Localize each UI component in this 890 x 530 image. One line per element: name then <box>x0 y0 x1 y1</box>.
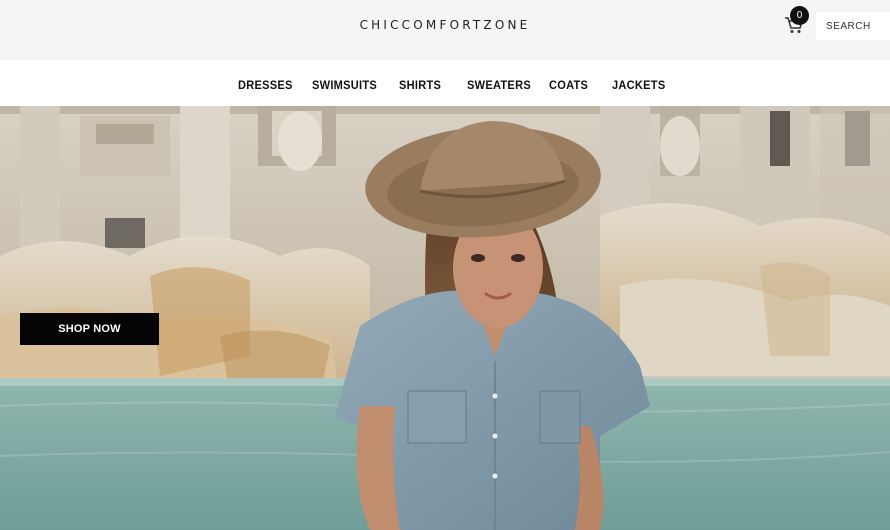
hero-banner: SHOP NOW <box>0 106 890 530</box>
shop-now-button[interactable]: SHOP NOW <box>20 313 159 345</box>
nav-item-shirts[interactable]: SHIRTS <box>399 78 441 92</box>
nav-item-dresses[interactable]: DRESSES <box>238 78 293 92</box>
search-input[interactable] <box>816 12 890 40</box>
nav-item-jackets[interactable]: JACKETS <box>612 78 665 92</box>
nav-item-coats[interactable]: COATS <box>549 78 588 92</box>
cart-count-badge: 0 <box>790 6 809 25</box>
top-bar: CHICCOMFORTZONE 0 <box>0 0 890 60</box>
brand-logo[interactable]: CHICCOMFORTZONE <box>0 18 890 32</box>
nav-item-swimsuits[interactable]: SWIMSUITS <box>312 78 377 92</box>
nav-item-sweaters[interactable]: SWEATERS <box>467 78 531 92</box>
main-nav: DRESSES SWIMSUITS SHIRTS SWEATERS COATS … <box>0 60 890 106</box>
